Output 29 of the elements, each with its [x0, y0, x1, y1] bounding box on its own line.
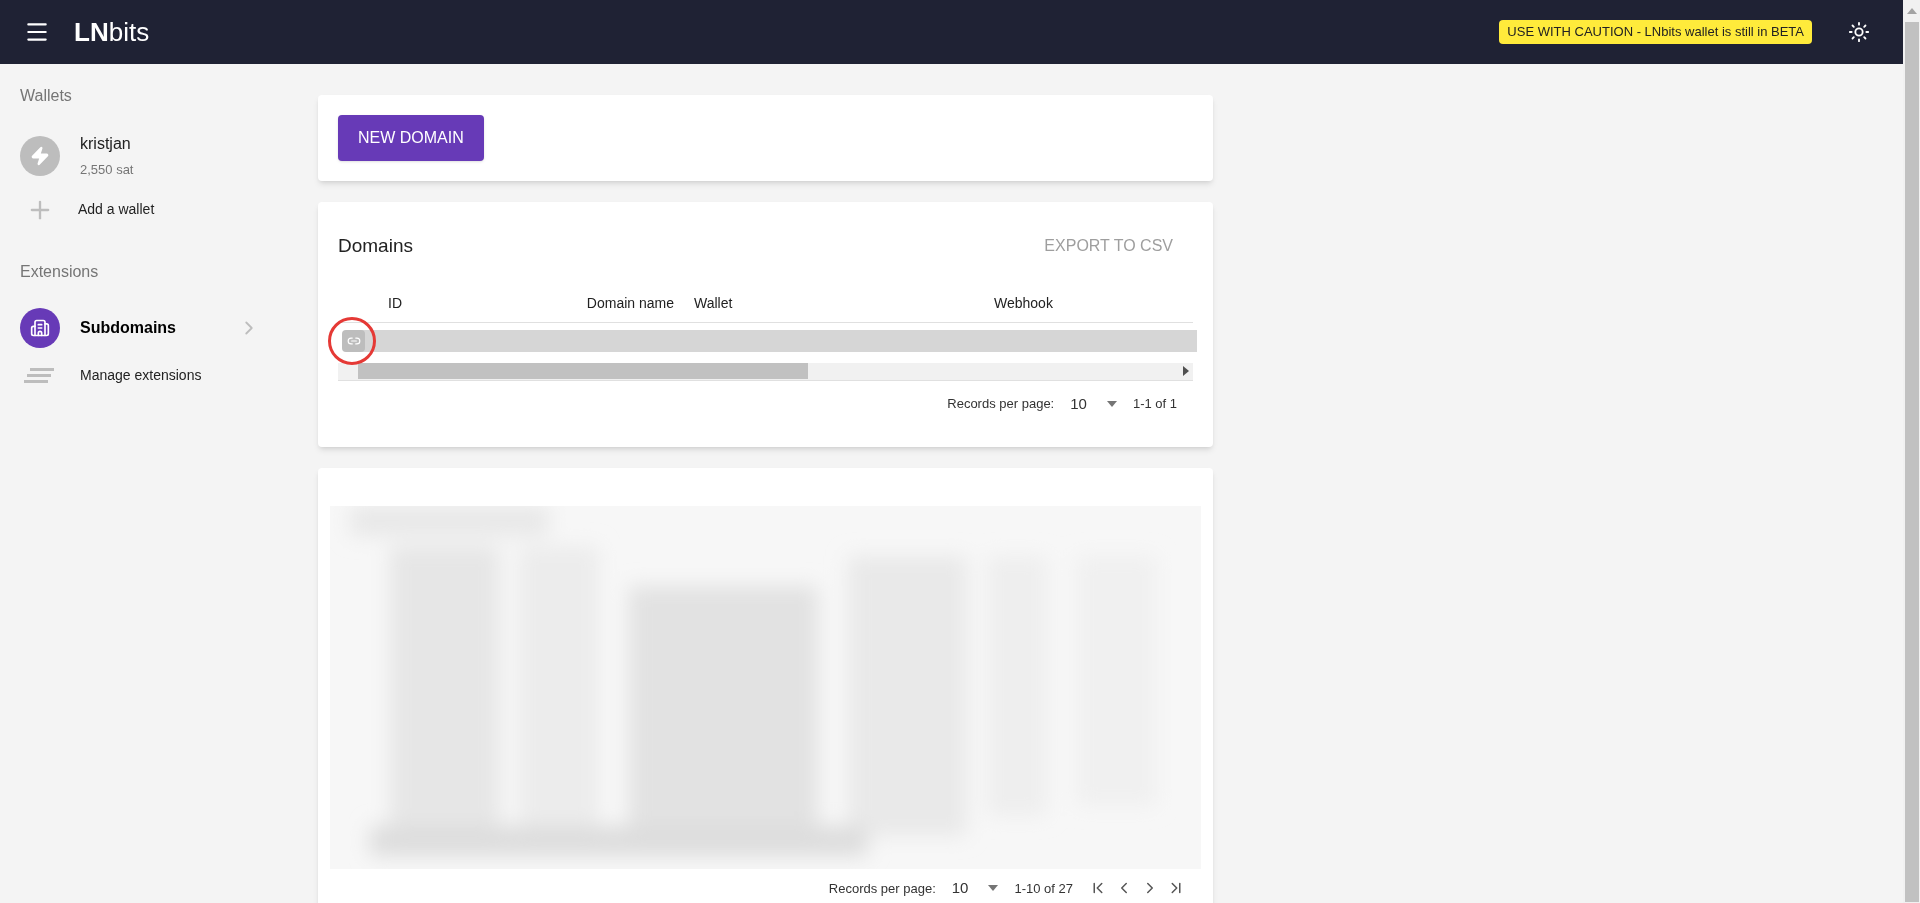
per-page-select[interactable]: 10 — [1070, 392, 1117, 415]
theme-toggle-icon[interactable] — [1848, 21, 1870, 43]
column-header: Webhook — [994, 293, 1053, 313]
extensions-heading: Extensions — [20, 261, 100, 282]
scrollbar-thumb[interactable] — [358, 363, 808, 379]
wallet-name: kristjan — [80, 134, 132, 154]
extension-item[interactable]: Subdomains — [20, 307, 260, 348]
dropdown-caret-icon — [1106, 400, 1117, 407]
pagination-range: 1-10 of 27 — [1014, 879, 1073, 898]
records-per-page-label: Records per page: — [828, 879, 936, 898]
column-header: Domain name — [585, 293, 674, 313]
per-page-select[interactable]: 10 — [951, 877, 999, 900]
lightning-avatar-icon — [20, 135, 60, 176]
pagination-range: 1-1 of 1 — [1132, 395, 1177, 413]
wallet-balance: 2,550 sat — [80, 161, 134, 179]
dropdown-caret-icon — [988, 885, 999, 892]
add-wallet-item[interactable]: Add a wallet — [20, 195, 155, 224]
column-header: ID — [388, 293, 403, 313]
scroll-right-icon — [1183, 366, 1189, 376]
new-domain-button[interactable]: NEW DOMAIN — [338, 115, 484, 161]
building-icon — [20, 307, 60, 348]
wallets-heading: Wallets — [20, 86, 73, 106]
beta-warning-badge: USE WITH CAUTION - LNbits wallet is still in BETA — [1499, 20, 1812, 44]
app-logo: LNbits — [74, 15, 150, 49]
manage-extensions-item[interactable]: Manage extensions — [20, 363, 202, 388]
records-per-page-label: Records per page: — [947, 395, 1055, 413]
wallet-item[interactable]: kristjan 2,550 sat — [20, 132, 290, 180]
column-header: Wallet — [694, 293, 734, 313]
domains-title: Domains — [338, 234, 413, 258]
